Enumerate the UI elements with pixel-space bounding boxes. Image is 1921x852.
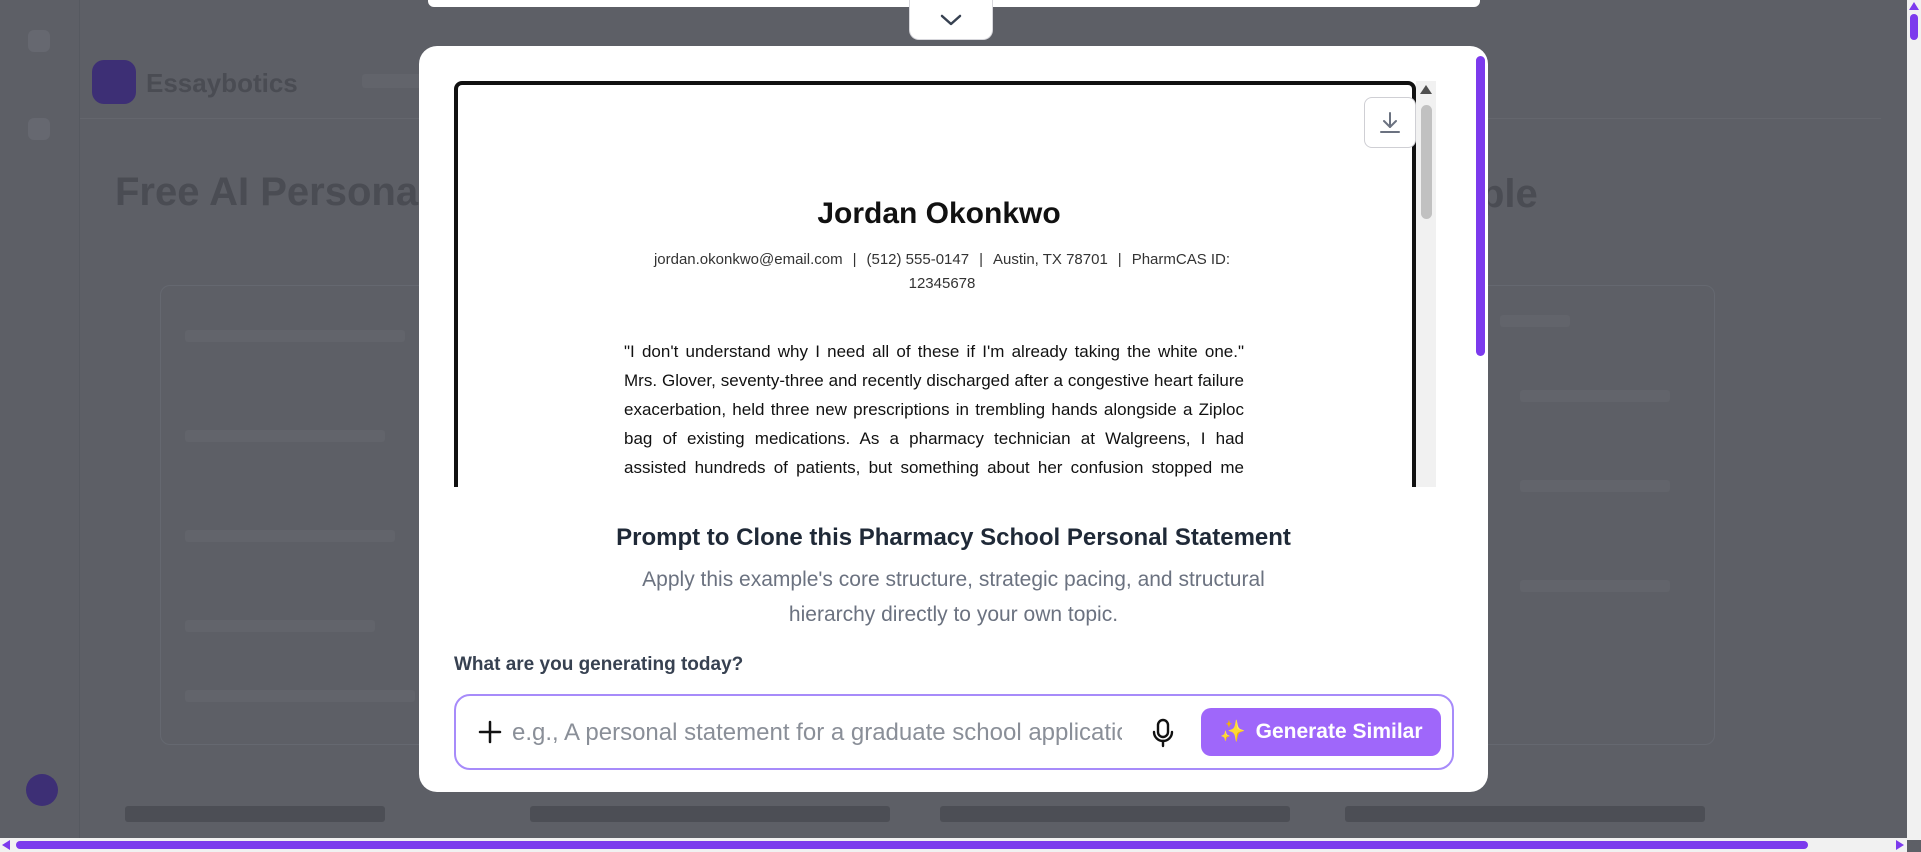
generate-question-label: What are you generating today?: [454, 654, 744, 675]
background-text-line: [1520, 390, 1670, 402]
page-horizontal-scrollbar[interactable]: [0, 838, 1907, 852]
background-text-line: [185, 430, 385, 442]
clone-subtitle: Apply this example's core structure, str…: [642, 568, 1265, 626]
chat-badge: [26, 774, 58, 806]
contact-phone: (512) 555-0147: [866, 251, 970, 268]
document-body-text: "I don't understand why I need all of th…: [624, 342, 1244, 477]
generate-similar-label: Generate Similar: [1255, 720, 1423, 743]
plus-icon[interactable]: [476, 718, 504, 746]
background-text-line: [185, 690, 415, 702]
background-text-line: [1520, 480, 1670, 492]
sidebar-icon: [28, 30, 50, 52]
background-footer-link: [530, 806, 890, 822]
contact-location: Austin, TX 78701: [992, 251, 1108, 268]
background-text-line: [185, 530, 395, 542]
background-text-line: [185, 620, 375, 632]
scroll-right-arrow-icon[interactable]: [1896, 840, 1904, 850]
chevron-down-icon: [940, 14, 962, 25]
prompt-input-box: ✨ Generate Similar: [454, 694, 1454, 770]
background-footer-link: [1345, 806, 1705, 822]
background-nav-item: [362, 74, 422, 88]
document-author-name: Jordan Okonkwo: [817, 197, 1061, 230]
sidebar-icon: [28, 118, 50, 140]
microphone-icon[interactable]: [1146, 716, 1180, 750]
scroll-left-arrow-icon[interactable]: [2, 840, 10, 850]
sparkles-icon: ✨: [1219, 720, 1246, 743]
generate-similar-button[interactable]: ✨ Generate Similar: [1201, 708, 1441, 756]
contact-email: jordan.okonkwo@email.com: [653, 251, 843, 268]
page-vertical-scroll-thumb[interactable]: [1910, 14, 1918, 40]
clone-title: Prompt to Clone this Pharmacy School Per…: [616, 524, 1291, 551]
download-icon: [1380, 111, 1400, 133]
scroll-up-arrow-icon[interactable]: [1420, 85, 1432, 94]
scroll-up-arrow-icon[interactable]: [1909, 2, 1919, 10]
document-contact-line: jordan.okonkwo@email.com | (512) 555-0147 |…: [653, 251, 1231, 292]
clone-modal: Jordan Okonkwo jordan.okonkwo@email.com |…: [419, 46, 1488, 792]
contact-pharmcas-id: 12345678: [908, 275, 976, 292]
page-horizontal-scroll-thumb[interactable]: [16, 841, 1808, 849]
document-page: Jordan Okonkwo jordan.okonkwo@email.com |…: [454, 81, 1416, 487]
background-text-line: [185, 330, 405, 342]
background-page-title: Free AI Personal: [115, 170, 430, 214]
brand-name: Essaybotics: [146, 68, 298, 98]
preview-scrollbar[interactable]: [1416, 81, 1436, 487]
background-text-line: [1520, 580, 1670, 592]
background-page-title-end: ple: [1480, 172, 1538, 216]
collapse-button[interactable]: [909, 0, 993, 40]
preview-scroll-thumb[interactable]: [1421, 105, 1432, 219]
modal-scrollbar[interactable]: [1476, 56, 1485, 356]
background-footer-link: [125, 806, 385, 822]
download-button[interactable]: [1364, 97, 1416, 148]
contact-pharmcas-label: PharmCAS ID:: [1131, 251, 1231, 268]
background-sidebar: [0, 0, 80, 852]
page-vertical-scrollbar[interactable]: [1907, 0, 1921, 840]
document-preview: Jordan Okonkwo jordan.okonkwo@email.com |…: [454, 81, 1436, 487]
background-text-line: [1500, 315, 1570, 327]
prompt-input[interactable]: [512, 714, 1122, 752]
background-footer-link: [940, 806, 1290, 822]
brand-logo: [92, 60, 136, 104]
